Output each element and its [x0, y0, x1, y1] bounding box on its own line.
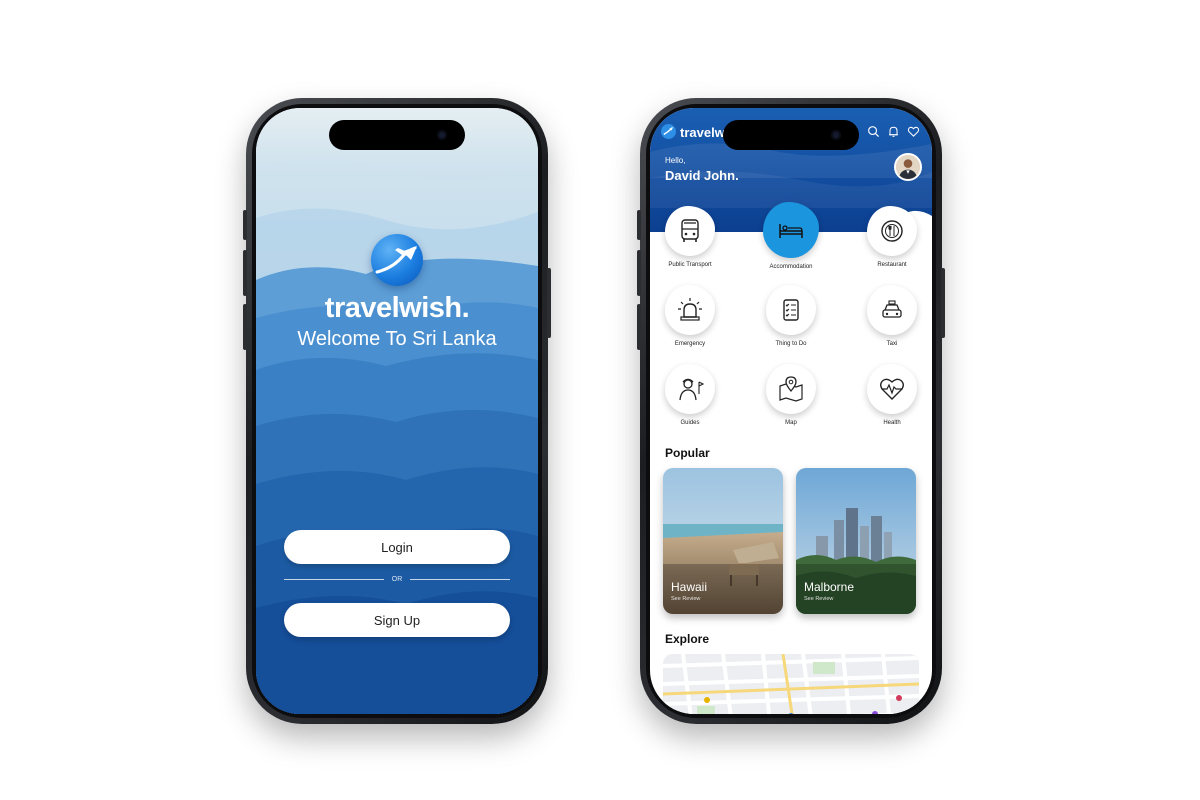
- avatar[interactable]: [894, 153, 922, 181]
- category-public-transport[interactable]: Public Transport: [657, 206, 723, 268]
- category-emergency[interactable]: Emergency: [657, 285, 723, 347]
- category-restaurant[interactable]: Restaurant: [859, 206, 925, 268]
- category-badge: [867, 206, 917, 256]
- volume-up-button: [637, 250, 641, 296]
- login-button[interactable]: Login: [284, 530, 510, 564]
- category-label: Emergency: [674, 341, 706, 347]
- category-label: Map: [785, 420, 797, 426]
- airplane-logo-icon: [371, 234, 423, 286]
- search-icon[interactable]: [867, 125, 880, 138]
- bell-icon[interactable]: [887, 125, 900, 138]
- dynamic-island: [329, 120, 465, 150]
- map-pin-icon: [779, 376, 803, 402]
- category-label: Thing to Do: [775, 341, 807, 347]
- category-label: Health: [883, 420, 901, 426]
- brand-name: travelwish.: [324, 292, 470, 324]
- power-button: [547, 268, 551, 338]
- map-tiles: [663, 654, 919, 714]
- popular-card-malborne[interactable]: Malborne See Review: [796, 468, 916, 614]
- category-taxi[interactable]: Taxi: [859, 285, 925, 347]
- category-badge: [763, 202, 819, 258]
- power-button: [941, 268, 945, 338]
- category-badge: [665, 285, 715, 335]
- category-label: Restaurant: [877, 262, 907, 268]
- welcome-screen: travelwish. Welcome To Sri Lanka Login O…: [256, 108, 538, 714]
- category-label: Accommodation: [769, 264, 813, 270]
- bus-icon: [681, 219, 699, 242]
- home-phone: travelwish. Hello, David John. Public Tr…: [637, 98, 945, 724]
- category-badge: [766, 285, 816, 335]
- siren-icon: [678, 298, 702, 321]
- category-badge: [867, 285, 917, 335]
- user-name: David John.: [665, 168, 739, 183]
- popular-title: Popular: [665, 446, 710, 460]
- volume-down-button: [243, 304, 247, 350]
- signup-button[interactable]: Sign Up: [284, 603, 510, 637]
- mute-switch: [243, 210, 247, 240]
- card-title: Malborne: [804, 580, 855, 594]
- category-badge: [766, 364, 816, 414]
- category-guides[interactable]: Guides: [657, 364, 723, 426]
- header-actions: [867, 125, 920, 138]
- explore-title: Explore: [665, 632, 710, 646]
- explore-map[interactable]: [663, 654, 919, 714]
- card-title: Hawaii: [671, 580, 708, 594]
- popular-card-hawaii[interactable]: Hawaii See Review: [663, 468, 783, 614]
- divider-line: [410, 579, 510, 580]
- checklist-icon: [783, 299, 799, 321]
- mute-switch: [637, 210, 641, 240]
- category-map[interactable]: Map: [758, 364, 824, 426]
- category-badge: [665, 206, 715, 256]
- or-divider: OR: [284, 576, 510, 583]
- category-label: Public Transport: [668, 262, 712, 268]
- plate-cutlery-icon: [881, 220, 903, 242]
- airplane-logo-icon: [661, 124, 676, 139]
- volume-down-button: [637, 304, 641, 350]
- home-screen: travelwish. Hello, David John. Public Tr…: [650, 108, 932, 714]
- card-review-link[interactable]: See Review: [671, 596, 700, 602]
- divider-line: [284, 579, 384, 580]
- card-review-link[interactable]: See Review: [804, 596, 833, 602]
- category-accommodation[interactable]: Accommodation: [758, 202, 824, 270]
- category-label: Guides: [680, 420, 700, 426]
- category-health[interactable]: Health: [859, 364, 925, 426]
- category-badge: [867, 364, 917, 414]
- guide-icon: [679, 378, 705, 401]
- bed-icon: [779, 224, 803, 238]
- category-badge: [665, 364, 715, 414]
- heart-pulse-icon: [880, 378, 904, 400]
- volume-up-button: [243, 250, 247, 296]
- heart-icon[interactable]: [907, 125, 920, 138]
- category-label: Taxi: [886, 341, 898, 347]
- or-label: OR: [391, 576, 403, 583]
- greeting: Hello,: [665, 156, 686, 165]
- welcome-tagline: Welcome To Sri Lanka: [297, 328, 497, 350]
- dynamic-island: [723, 120, 859, 150]
- category-thing-to-do[interactable]: Thing to Do: [758, 285, 824, 347]
- taxi-icon: [882, 300, 902, 318]
- welcome-phone: travelwish. Welcome To Sri Lanka Login O…: [243, 98, 551, 724]
